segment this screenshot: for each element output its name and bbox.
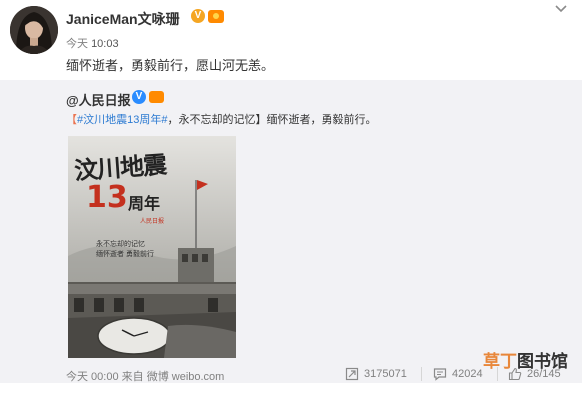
repost-image[interactable]: 汶川地震 13 周年 人民日报 永不忘却的记忆 缅怀逝者 勇毅前行 [68, 136, 236, 358]
verified-badge-icon: V [191, 9, 205, 23]
medal-icon [149, 91, 164, 103]
comment-count: 42024 [452, 368, 483, 380]
repost-card: @人民日报 V 【#汶川地震13周年#，永不忘却的记忆】缅怀逝者，勇毅前行。 汶… [0, 80, 582, 383]
avatar[interactable] [10, 6, 58, 54]
repost-text-rest: ，永不忘却的记忆】缅怀逝者，勇毅前行。 [167, 114, 377, 126]
repost-button[interactable]: 3175071 [345, 366, 407, 382]
watermark-part-1: 草丁 [483, 352, 517, 371]
chevron-down-icon[interactable] [552, 2, 570, 16]
comment-icon [433, 368, 447, 381]
post-time-clock: 10:03 [91, 38, 119, 50]
poster-subtitle-1: 永不忘却的记忆 [96, 241, 145, 248]
bracket-open: 【 [66, 114, 77, 126]
post-author-name[interactable]: JaniceMan文咏珊 [66, 9, 180, 29]
watermark-part-2: 图书馆 [517, 352, 568, 371]
verified-badge-icon: V [132, 90, 146, 104]
poster-brand: 人民日报 [140, 219, 165, 225]
medal-icon [208, 10, 224, 23]
repost-icon [345, 367, 359, 381]
repost-text: 【#汶川地震13周年#，永不忘却的记忆】缅怀逝者，勇毅前行。 [66, 111, 376, 127]
avatar-image [10, 6, 58, 54]
poster-year: 13 [86, 180, 128, 215]
post-text: 缅怀逝者，勇毅前行，愿山河无恙。 [66, 58, 275, 73]
hashtag-link[interactable]: #汶川地震13周年# [77, 114, 167, 126]
repost-footer-time[interactable]: 今天 00:00 来自 微博 weibo.com [66, 368, 224, 384]
divider [421, 367, 422, 381]
post-time[interactable]: 今天 10:03 [66, 35, 119, 51]
post-time-day: 今天 [66, 38, 88, 50]
watermark: 草丁图书馆 [483, 347, 568, 372]
poster-year-suffix: 周年 [128, 196, 161, 213]
poster-subtitle-2: 缅怀逝者 勇毅前行 [96, 251, 154, 258]
repost-count: 3175071 [364, 368, 407, 380]
repost-author-name[interactable]: @人民日报 [66, 90, 131, 109]
comment-button[interactable]: 42024 [433, 366, 483, 382]
